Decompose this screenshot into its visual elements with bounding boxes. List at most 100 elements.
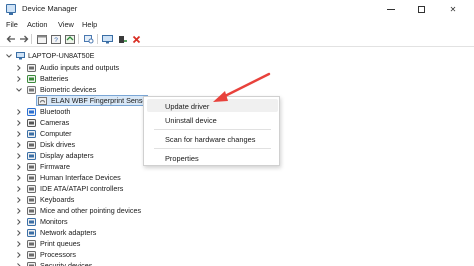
chevron-right-icon[interactable] xyxy=(16,65,22,71)
chevron-down-icon[interactable] xyxy=(6,53,12,59)
forward-arrow-icon[interactable] xyxy=(18,34,29,44)
tree-item-label: Network adapters xyxy=(40,228,97,237)
menu-file[interactable]: File xyxy=(6,20,18,29)
chevron-right-icon[interactable] xyxy=(16,197,22,203)
chevron-right-icon[interactable] xyxy=(16,175,22,181)
chevron-right-icon[interactable] xyxy=(16,164,22,170)
help-icon[interactable]: ? xyxy=(50,34,61,44)
tree-item-label: Human Interface Devices xyxy=(40,173,121,182)
tree-item-batteries[interactable]: Batteries xyxy=(0,74,200,84)
enable-device-icon[interactable] xyxy=(117,34,128,44)
close-icon: ✕ xyxy=(449,4,457,14)
chevron-right-icon[interactable] xyxy=(16,186,22,192)
toolbar-separator xyxy=(31,34,32,44)
tree-item-mice[interactable]: Mice and other pointing devices xyxy=(0,206,200,216)
chevron-right-icon[interactable] xyxy=(16,120,22,126)
tree-item-label: Mice and other pointing devices xyxy=(40,206,142,215)
maximize-button[interactable] xyxy=(406,0,436,18)
computer-icon xyxy=(27,130,36,138)
context-menu: Update driver Uninstall device Scan for … xyxy=(143,96,280,166)
tree-item-network-adapters[interactable]: Network adapters xyxy=(0,228,200,238)
chevron-right-icon[interactable] xyxy=(16,109,22,115)
computer-icon xyxy=(16,52,25,60)
close-button[interactable]: ✕ xyxy=(438,0,468,18)
minimize-button[interactable] xyxy=(376,0,406,18)
properties-icon[interactable] xyxy=(36,34,47,44)
tree-item-hid[interactable]: Human Interface Devices xyxy=(0,173,200,183)
scan-icon[interactable] xyxy=(83,34,94,44)
menu-help[interactable]: Help xyxy=(82,20,97,29)
device-manager-icon xyxy=(6,4,16,15)
keyboards-icon xyxy=(27,196,36,204)
mice-icon xyxy=(27,207,36,215)
menu-bar: File Action View Help xyxy=(0,18,474,31)
tree-item-audio[interactable]: Audio inputs and outputs xyxy=(0,63,200,73)
firmware-icon xyxy=(27,163,36,171)
tree-item-keyboards[interactable]: Keyboards xyxy=(0,195,200,205)
tree-item-label: Display adapters xyxy=(40,151,94,160)
chevron-right-icon[interactable] xyxy=(16,252,22,258)
hid-icon xyxy=(27,174,36,182)
toolbar: ? xyxy=(0,31,474,47)
menu-view[interactable]: View xyxy=(58,20,74,29)
tree-item-label: Computer xyxy=(40,129,72,138)
tree-item-security-devices[interactable]: Security devices xyxy=(0,261,200,266)
title-bar: Device Manager ✕ xyxy=(0,0,474,18)
bluetooth-icon xyxy=(27,108,36,116)
menu-action[interactable]: Action xyxy=(27,20,48,29)
tree-item-print-queues[interactable]: Print queues xyxy=(0,239,200,249)
processors-icon xyxy=(27,251,36,259)
menu-item-properties[interactable]: Properties xyxy=(165,154,199,163)
tree-item-label: Cameras xyxy=(40,118,70,127)
chevron-right-icon[interactable] xyxy=(16,153,22,159)
disk-drives-icon xyxy=(27,141,36,149)
tree-item-label: Print queues xyxy=(40,239,81,248)
root-label: LAPTOP-UN8AT50E xyxy=(28,51,95,60)
tree-item-biometric[interactable]: Biometric devices xyxy=(0,85,200,95)
tree-item-label: Biometric devices xyxy=(40,85,97,94)
tree-item-label: Security devices xyxy=(40,261,93,266)
tree-item-monitors[interactable]: Monitors xyxy=(0,217,200,227)
fingerprint-sensor-row[interactable]: ELAN WBF Fingerprint Senso xyxy=(38,96,148,106)
monitor-icon[interactable] xyxy=(102,34,113,44)
update-driver-icon[interactable] xyxy=(64,34,75,44)
tree-item-processors[interactable]: Processors xyxy=(0,250,200,260)
toolbar-separator xyxy=(78,34,79,44)
menu-item-scan-hardware[interactable]: Scan for hardware changes xyxy=(165,135,255,144)
tree-item-label: Processors xyxy=(40,250,76,259)
uninstall-icon[interactable] xyxy=(131,34,142,44)
ide-controllers-icon xyxy=(27,185,36,193)
chevron-right-icon[interactable] xyxy=(16,142,22,148)
tree-item-label: Keyboards xyxy=(40,195,75,204)
print-queues-icon xyxy=(27,240,36,248)
chevron-right-icon[interactable] xyxy=(16,76,22,82)
tree-item-label: Bluetooth xyxy=(40,107,71,116)
tree-item-label: IDE ATA/ATAPI controllers xyxy=(40,184,124,193)
maximize-icon xyxy=(417,5,425,13)
menu-separator xyxy=(154,129,271,130)
tree-item-ide-controllers[interactable]: IDE ATA/ATAPI controllers xyxy=(0,184,200,194)
chevron-right-icon[interactable] xyxy=(16,131,22,137)
menu-separator xyxy=(154,148,271,149)
toolbar-separator xyxy=(97,34,98,44)
display-adapters-icon xyxy=(27,152,36,160)
chevron-down-icon[interactable] xyxy=(16,87,22,93)
chevron-right-icon[interactable] xyxy=(16,241,22,247)
chevron-right-icon[interactable] xyxy=(16,230,22,236)
tree-item-label: Batteries xyxy=(40,74,69,83)
audio-icon xyxy=(27,64,36,72)
menu-item-update-driver[interactable]: Update driver xyxy=(165,102,209,111)
menu-item-uninstall-device[interactable]: Uninstall device xyxy=(165,116,217,125)
batteries-icon xyxy=(27,75,36,83)
tree-root[interactable]: LAPTOP-UN8AT50E xyxy=(0,51,200,61)
fingerprint-icon xyxy=(38,97,47,105)
back-arrow-icon[interactable] xyxy=(5,34,16,44)
cameras-icon xyxy=(27,119,36,127)
chevron-right-icon[interactable] xyxy=(16,219,22,225)
biometric-icon xyxy=(27,86,36,94)
chevron-right-icon[interactable] xyxy=(16,208,22,214)
tree-item-label: Audio inputs and outputs xyxy=(40,63,120,72)
network-adapters-icon xyxy=(27,229,36,237)
security-devices-icon xyxy=(27,262,36,266)
fingerprint-sensor-label: ELAN WBF Fingerprint Senso xyxy=(51,96,147,105)
